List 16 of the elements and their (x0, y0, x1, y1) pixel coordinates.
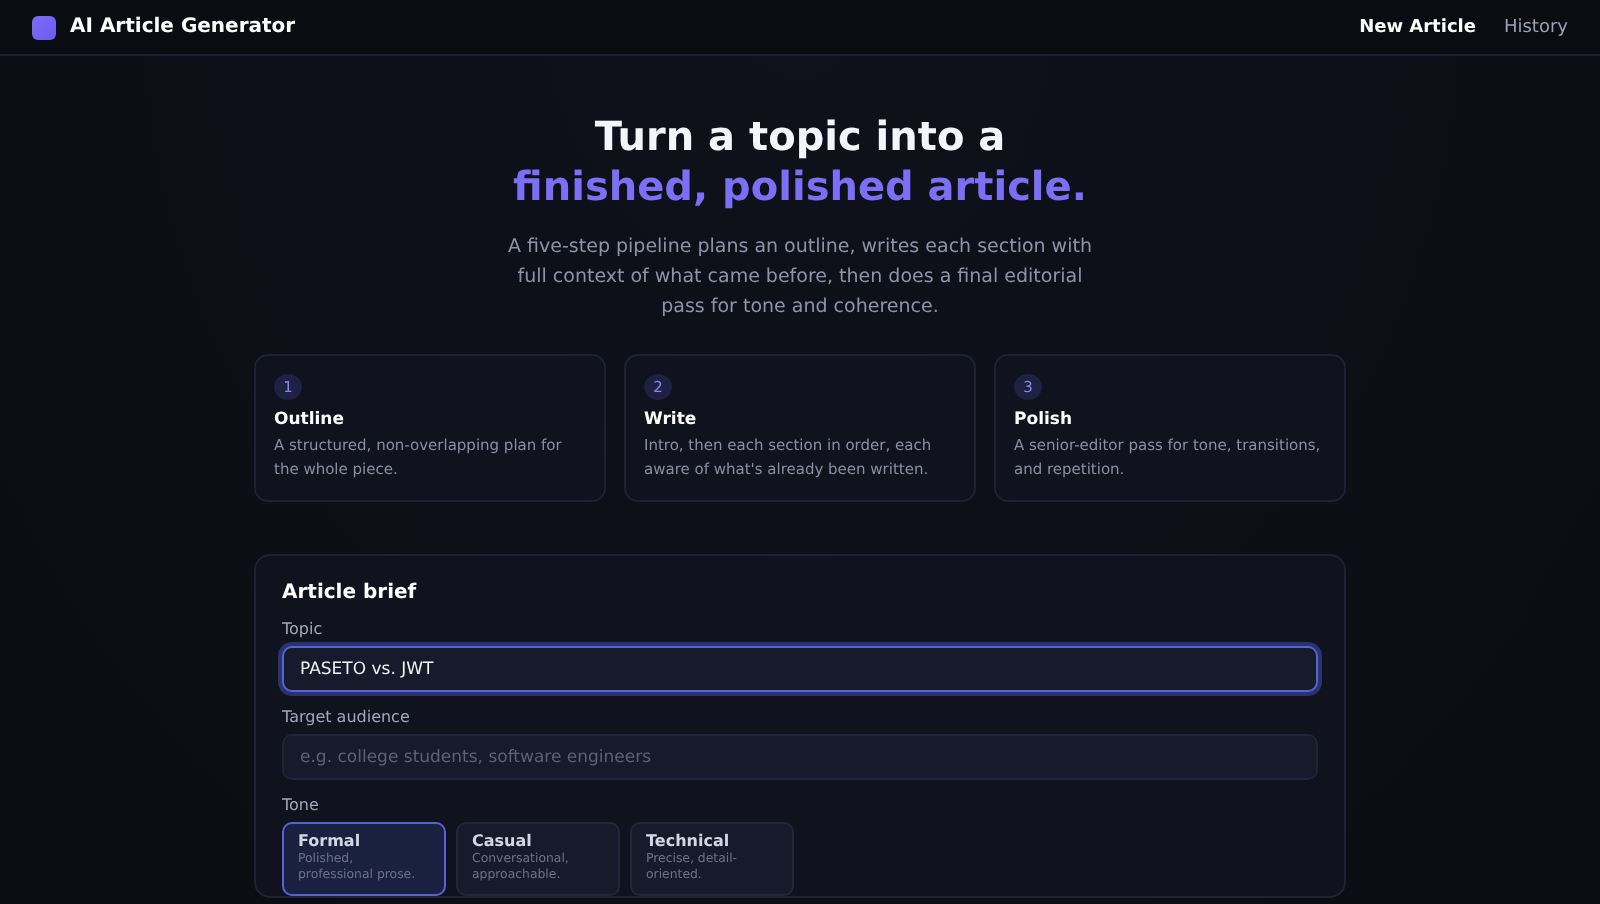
logo-icon (32, 15, 56, 39)
hero-title: Turn a topic into a (594, 112, 1006, 162)
app-name: AI Article Generator (70, 16, 296, 38)
step-title: Outline (274, 410, 346, 430)
step-title: Write (644, 410, 699, 430)
nav-link[interactable]: History (1503, 17, 1568, 37)
step-title: Polish (1014, 410, 1075, 430)
field-label: Target audience (282, 708, 412, 726)
nav-link[interactable]: New Article (1359, 17, 1476, 37)
topic-field[interactable]: PASETO vs. JWT (282, 646, 1318, 692)
audience-field[interactable]: e.g. college students, software engineers (282, 734, 1318, 780)
field-label: Topic (282, 620, 325, 638)
brief-title: Article brief (282, 582, 419, 604)
hero-subtitle: A five-step pipeline plans an outline, writes each section with full context of what came before, then does a final editorial pass for tone and coherence. (506, 234, 1094, 322)
hero-title-highlight: finished, polished article. (513, 162, 1087, 212)
field-label: Tone (282, 796, 321, 814)
